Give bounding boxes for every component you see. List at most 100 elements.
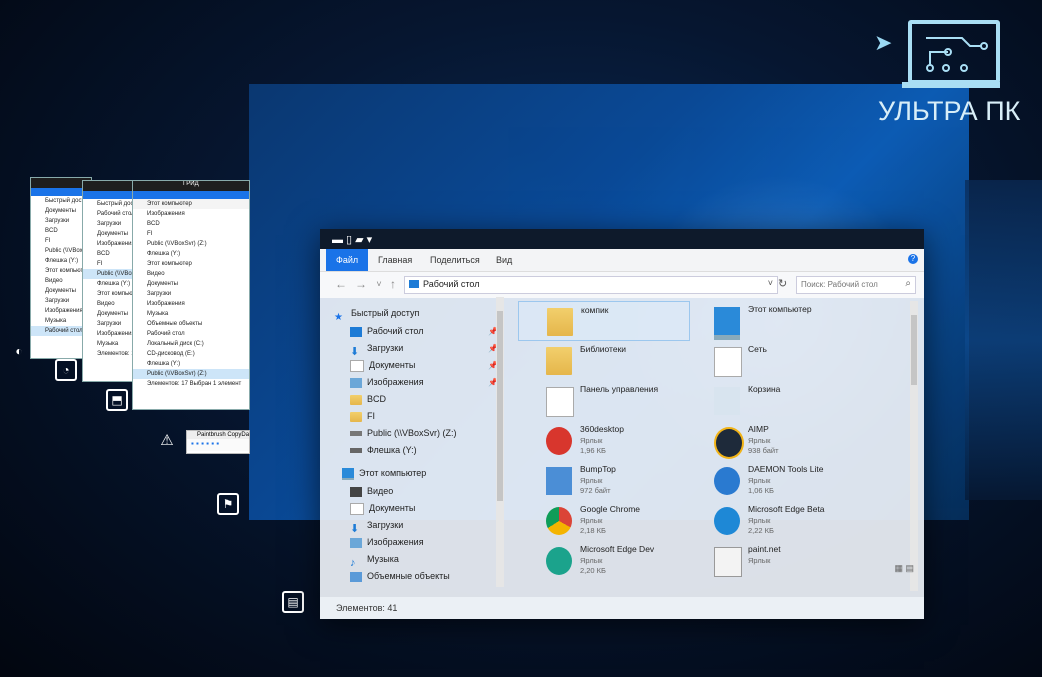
- nav-scrollbar-thumb[interactable]: [497, 311, 503, 501]
- mini-row: Загрузки: [147, 291, 172, 297]
- mini-row: FI: [147, 231, 153, 237]
- ribbon-tabs: Файл Главная Поделиться Вид ?: [320, 249, 924, 272]
- explorer-window[interactable]: ▬ ▯ ▰ ▾ Файл Главная Поделиться Вид ? ← …: [320, 229, 924, 619]
- tile-aimp[interactable]: AIMP Ярлык 938 байт: [686, 421, 856, 459]
- nav-label: BCD: [367, 394, 387, 404]
- nav-item-bcd[interactable]: BCD: [350, 391, 386, 408]
- desktop-icon: [350, 326, 362, 337]
- back-arrow-icon[interactable]: ←: [334, 277, 348, 291]
- aimp-icon: [714, 427, 744, 459]
- content-scrollbar[interactable]: [910, 301, 918, 591]
- tile-network[interactable]: Сеть: [686, 341, 856, 379]
- search-box[interactable]: ⌕: [796, 276, 916, 294]
- tab-share[interactable]: Поделиться: [420, 249, 490, 271]
- nav-item-documents[interactable]: Документы 📌: [350, 357, 500, 374]
- folder-icon: [350, 411, 362, 422]
- explorer-titlebar: ▬ ▯ ▰ ▾: [320, 229, 924, 249]
- tile-control-panel[interactable]: Панель управления: [518, 381, 688, 419]
- nav-item-downloads-pc[interactable]: ⬇ Загрузки: [350, 517, 403, 535]
- download-icon: ⬇: [350, 522, 360, 535]
- nav-item-3d-objects[interactable]: Объемные объекты: [350, 568, 450, 585]
- window-app-icon[interactable]: ⬒: [106, 389, 128, 411]
- status-bar: Элементов: 41: [320, 597, 924, 619]
- nav-label: Загрузки: [367, 343, 404, 353]
- quick-access-toolbar[interactable]: ▬ ▯ ▰ ▾: [332, 233, 372, 246]
- mini-row: Изображения: [147, 211, 185, 217]
- logo-stand: [902, 82, 1000, 88]
- window-app-icon[interactable]: ⚠: [156, 430, 178, 452]
- nav-this-pc[interactable]: Этот компьютер: [342, 465, 426, 482]
- tile-size: 938 байт: [748, 446, 779, 455]
- address-text: Рабочий стол: [423, 279, 480, 289]
- content-scrollbar-thumb[interactable]: [911, 315, 917, 385]
- forward-arrow-icon[interactable]: →: [354, 277, 368, 291]
- tile-name: Корзина: [748, 384, 781, 394]
- recycle-bin-icon: [714, 387, 740, 415]
- paint-net-icon: [714, 547, 742, 577]
- tab-view[interactable]: Вид: [486, 249, 522, 271]
- nav-item-public[interactable]: Public (\\VBoxSvr) (Z:): [350, 425, 457, 442]
- mini-app-title: Paintbrush CopyData: [187, 431, 249, 439]
- nav-item-documents-pc[interactable]: Документы: [350, 500, 415, 517]
- tile-size: 1,96 КБ: [580, 446, 606, 455]
- tile-name: BumpTop: [580, 464, 616, 474]
- nav-item-desktop[interactable]: Рабочий стол 📌: [350, 323, 500, 340]
- mini-ribbon: [133, 191, 249, 199]
- recent-chevron-icon[interactable]: ˅: [372, 277, 386, 291]
- tile-name: paint.net: [748, 544, 781, 554]
- help-icon[interactable]: ?: [908, 254, 918, 264]
- window-app-icon[interactable]: ⚑: [217, 493, 239, 515]
- search-input[interactable]: [797, 277, 901, 291]
- tab-file[interactable]: Файл: [326, 249, 369, 271]
- tile-this-pc[interactable]: Этот компьютер: [686, 301, 856, 340]
- mini-address: Этот компьютер: [133, 199, 249, 209]
- explorer-app-icon[interactable]: ▤: [282, 591, 304, 613]
- nav-item-music[interactable]: ♪ Музыка: [350, 551, 399, 569]
- tile-type: Ярлык: [580, 476, 603, 485]
- nav-item-flash[interactable]: Флешка (Y:): [350, 442, 417, 459]
- tile-paint-net[interactable]: paint.net Ярлык: [686, 541, 856, 579]
- refresh-icon[interactable]: ↻: [778, 277, 787, 290]
- computer-icon: [342, 467, 354, 480]
- tile-google-chrome[interactable]: Google Chrome Ярлык 2,18 КБ: [518, 501, 688, 539]
- tile-recycle-bin[interactable]: Корзина: [686, 381, 856, 419]
- nav-label: Объемные объекты: [367, 571, 450, 581]
- nav-quick-access[interactable]: ★ Быстрый доступ: [334, 305, 419, 323]
- nav-label: Видео: [367, 486, 394, 496]
- star-icon: ★: [334, 311, 343, 323]
- nav-item-downloads[interactable]: ⬇ Загрузки 📌: [350, 340, 500, 358]
- nav-item-pictures[interactable]: Изображения 📌: [350, 374, 500, 391]
- up-arrow-icon[interactable]: ↑: [386, 277, 400, 291]
- tile-kompik[interactable]: компик: [518, 301, 690, 341]
- mini-window-3[interactable]: ГРИД Этот компьютер Изображения BCD FI P…: [132, 180, 250, 410]
- download-icon: ⬇: [350, 345, 360, 358]
- tile-name: Библиотеки: [580, 344, 627, 354]
- chrome-icon: [546, 507, 572, 535]
- window-app-icon[interactable]: ◔: [55, 359, 77, 381]
- view-mode-icons[interactable]: ▦ ▤: [894, 563, 914, 574]
- nav-label: Изображения: [367, 537, 424, 547]
- tile-size: 2,20 КБ: [580, 566, 606, 575]
- tab-home[interactable]: Главная: [368, 249, 422, 271]
- mini-row: CD-дисковод (E:): [147, 351, 195, 357]
- network-drive-icon: [350, 431, 362, 437]
- nav-item-pictures-pc[interactable]: Изображения: [350, 534, 424, 551]
- nav-scrollbar[interactable]: [496, 297, 504, 587]
- tile-daemon-tools[interactable]: DAEMON Tools Lite Ярлык 1,06 КБ: [686, 461, 856, 499]
- tile-edge-dev[interactable]: Microsoft Edge Dev Ярлык 2,20 КБ: [518, 541, 688, 579]
- mini-row: Public (\\VBoxSvr) (Z:): [133, 369, 249, 379]
- nav-item-video[interactable]: Видео: [350, 483, 393, 500]
- nav-item-fi[interactable]: FI: [350, 408, 375, 425]
- mini-app-window[interactable]: Paintbrush CopyData ▪ ▪ ▪ ▪ ▪ ▪: [186, 430, 250, 454]
- tile-bumptop[interactable]: BumpTop Ярлык 972 байт: [518, 461, 688, 499]
- tile-name: Microsoft Edge Beta: [748, 504, 825, 514]
- tile-libraries[interactable]: Библиотеки: [518, 341, 688, 379]
- chevron-down-icon[interactable]: ˅: [768, 278, 773, 288]
- mini-status: Элементов: 17 Выбран 1 элемент: [147, 381, 242, 387]
- window-app-icon[interactable]: ◐: [8, 340, 30, 362]
- tile-edge-beta[interactable]: Microsoft Edge Beta Ярлык 2,22 КБ: [686, 501, 856, 539]
- address-box[interactable]: Рабочий стол ˅: [404, 276, 778, 294]
- tile-360desktop[interactable]: 360desktop Ярлык 1,96 КБ: [518, 421, 688, 459]
- telegram-plane-icon: ➤: [874, 30, 893, 55]
- mini-row: Музыка: [147, 311, 169, 317]
